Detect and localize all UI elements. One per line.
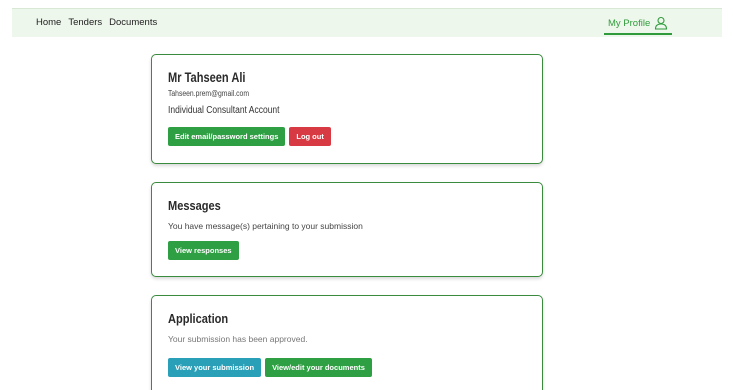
messages-card: Messages You have message(s) pertaining … — [151, 182, 543, 277]
profile-actions: Edit email/password settings Log out — [168, 127, 331, 146]
nav-link-home[interactable]: Home — [36, 17, 61, 28]
view-submission-button[interactable]: View your submission — [168, 358, 262, 377]
application-card: Application Your submission has been app… — [151, 295, 543, 390]
messages-title: Messages — [168, 198, 221, 213]
application-title: Application — [168, 311, 229, 326]
account-type: Individual Consultant Account — [168, 105, 280, 116]
logout-button[interactable]: Log out — [289, 127, 331, 146]
edit-settings-button[interactable]: Edit email/password settings — [168, 127, 286, 146]
view-documents-button[interactable]: View/edit your documents — [265, 358, 372, 377]
profile-card: Mr Tahseen Ali Tahseen.prem@gmail.com In… — [151, 54, 543, 164]
top-navbar: Home Tenders Documents My Profile — [12, 8, 722, 37]
application-status-text: Your submission has been approved. — [168, 334, 308, 344]
page: Home Tenders Documents My Profile Mr Tah… — [0, 0, 733, 390]
my-profile-link[interactable]: My Profile — [604, 13, 673, 35]
application-actions: View your submission View/edit your docu… — [168, 358, 372, 377]
nav-link-tenders[interactable]: Tenders — [68, 17, 102, 28]
view-responses-button[interactable]: View responses — [168, 241, 239, 260]
profile-email: Tahseen.prem@gmail.com — [168, 89, 249, 98]
user-icon — [655, 16, 668, 30]
nav-link-documents[interactable]: Documents — [109, 17, 157, 28]
nav-links: Home Tenders Documents — [36, 17, 157, 28]
my-profile-label: My Profile — [608, 17, 651, 29]
messages-actions: View responses — [168, 241, 239, 260]
profile-name: Mr Tahseen Ali — [168, 70, 246, 85]
messages-text: You have message(s) pertaining to your s… — [168, 221, 363, 231]
